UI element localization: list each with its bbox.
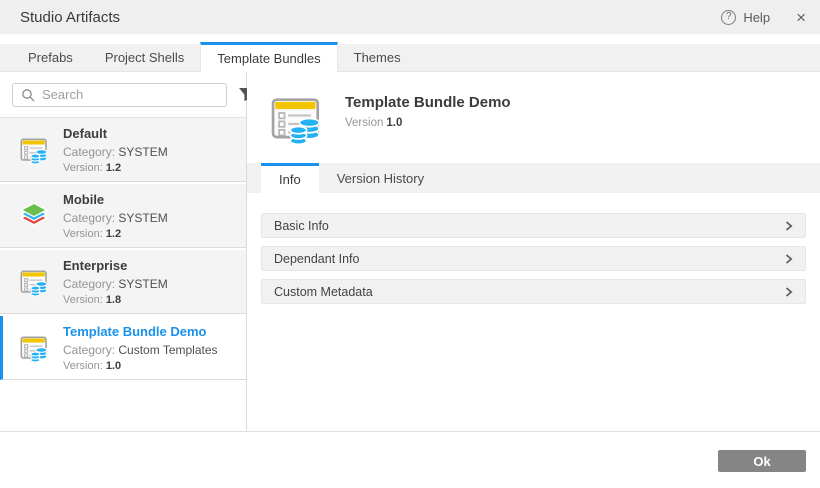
item-text: Default Category: SYSTEM Version: 1.2 — [63, 126, 168, 174]
accordion-label: Dependant Info — [274, 252, 360, 266]
search-input[interactable] — [42, 87, 218, 102]
item-category: Category: SYSTEM — [63, 145, 168, 159]
item-name: Template Bundle Demo — [63, 324, 218, 339]
detail-tabbar: Info Version History — [247, 163, 820, 193]
artifact-list: Default Category: SYSTEM Version: 1.2 Mo… — [0, 117, 246, 431]
item-text: Template Bundle Demo Category: Custom Te… — [63, 324, 218, 372]
accordion-custom-metadata[interactable]: Custom Metadata — [261, 279, 806, 304]
detail-header: Template Bundle Demo Version1.0 — [247, 72, 820, 163]
item-name: Default — [63, 126, 168, 141]
main-area: Default Category: SYSTEM Version: 1.2 Mo… — [0, 72, 820, 431]
dialog-footer: Ok — [0, 431, 820, 488]
tab-project-shells[interactable]: Project Shells — [89, 44, 200, 71]
tab-version-history[interactable]: Version History — [319, 163, 442, 193]
item-category: Category: SYSTEM — [63, 211, 168, 225]
item-version: Version: 1.2 — [63, 228, 168, 240]
item-version: Version: 1.0 — [63, 360, 218, 372]
detail-title: Template Bundle Demo — [345, 94, 511, 111]
detail-version: Version1.0 — [345, 117, 511, 129]
list-item-mobile[interactable]: Mobile Category: SYSTEM Version: 1.2 — [0, 184, 246, 248]
list-item-default[interactable]: Default Category: SYSTEM Version: 1.2 — [0, 118, 246, 182]
list-item-enterprise[interactable]: Enterprise Category: SYSTEM Version: 1.8 — [0, 250, 246, 314]
tab-template-bundles[interactable]: Template Bundles — [200, 42, 337, 72]
item-version: Version: 1.2 — [63, 162, 168, 174]
main-tabbar: Prefabs Project Shells Template Bundles … — [0, 34, 820, 72]
tab-themes[interactable]: Themes — [338, 44, 417, 71]
question-circle-icon: ? — [721, 10, 736, 25]
main-tabstrip: Prefabs Project Shells Template Bundles … — [0, 44, 820, 72]
help-button[interactable]: ? Help — [721, 10, 770, 25]
item-text: Enterprise Category: SYSTEM Version: 1.8 — [63, 258, 168, 306]
accordion-label: Basic Info — [274, 219, 329, 233]
dialog-title: Studio Artifacts — [20, 9, 120, 26]
list-item-template-bundle-demo[interactable]: Template Bundle Demo Category: Custom Te… — [0, 316, 246, 380]
detail-content: Basic Info Dependant Info Custom Metadat… — [247, 193, 820, 431]
close-icon[interactable]: × — [796, 9, 806, 26]
item-category: Category: SYSTEM — [63, 277, 168, 291]
chevron-right-icon — [785, 287, 793, 297]
chevron-right-icon — [785, 221, 793, 231]
help-label: Help — [743, 10, 770, 25]
accordion-basic-info[interactable]: Basic Info — [261, 213, 806, 238]
artifact-sidebar: Default Category: SYSTEM Version: 1.2 Mo… — [0, 72, 247, 431]
accordion-dependant-info[interactable]: Dependant Info — [261, 246, 806, 271]
detail-title-block: Template Bundle Demo Version1.0 — [345, 90, 511, 163]
item-category: Category: Custom Templates — [63, 343, 218, 357]
item-name: Mobile — [63, 192, 168, 207]
template-bundle-icon-large — [267, 90, 325, 148]
item-version: Version: 1.8 — [63, 294, 168, 306]
template-bundle-icon — [18, 266, 50, 298]
detail-panel: Template Bundle Demo Version1.0 Info Ver… — [247, 72, 820, 431]
template-bundle-icon — [18, 332, 50, 364]
item-name: Enterprise — [63, 258, 168, 273]
template-bundle-icon — [18, 134, 50, 166]
accordion-label: Custom Metadata — [274, 285, 373, 299]
chevron-right-icon — [785, 254, 793, 264]
ok-button[interactable]: Ok — [718, 450, 806, 472]
search-box[interactable] — [12, 83, 227, 107]
item-text: Mobile Category: SYSTEM Version: 1.2 — [63, 192, 168, 240]
tab-prefabs[interactable]: Prefabs — [12, 44, 89, 71]
search-row — [0, 72, 246, 117]
dialog-titlebar: Studio Artifacts ? Help × — [0, 0, 820, 34]
tab-info[interactable]: Info — [261, 163, 319, 193]
layers-icon — [18, 200, 50, 232]
search-icon — [21, 88, 35, 102]
